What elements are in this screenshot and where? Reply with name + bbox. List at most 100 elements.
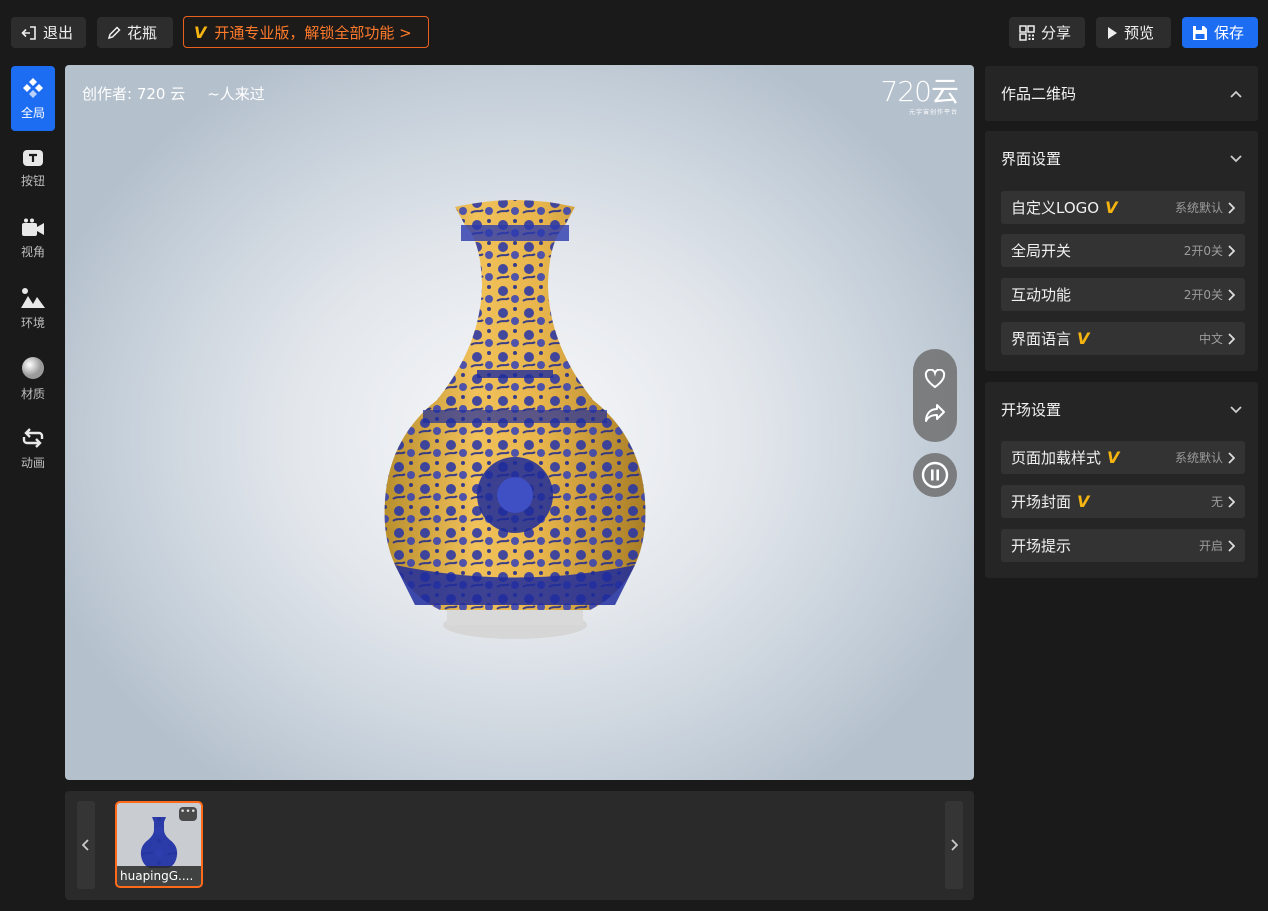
chevron-up-icon	[1230, 90, 1242, 98]
chevron-right-icon	[951, 839, 958, 851]
left-sidebar: 全局 按钮 视角 环境 材质 动画	[0, 66, 66, 911]
pro-badge-icon: V	[1105, 198, 1118, 217]
setting-label: 全局开关	[1011, 242, 1072, 260]
mountain-icon	[21, 287, 45, 308]
save-label: 保存	[1214, 24, 1245, 42]
top-bar: 退出 花瓶 V 开通专业版，解锁全部功能 > 分享 预览 保存	[0, 0, 1268, 66]
creator-name: 创作者: 720 云	[82, 85, 186, 103]
panel-title: 作品二维码	[1001, 85, 1077, 103]
upgrade-promo-button[interactable]: V 开通专业版，解锁全部功能 >	[183, 16, 429, 48]
sidebar-item-label: 按钮	[20, 173, 45, 188]
qr-code-panel-header[interactable]: 作品二维码	[985, 66, 1258, 121]
setting-row-cover[interactable]: 开场封面 V 无	[1001, 485, 1245, 518]
sidebar-item-material[interactable]: 材质	[11, 346, 55, 411]
chevron-left-icon	[82, 839, 89, 851]
chevron-right-icon	[1228, 244, 1235, 257]
setting-row-language[interactable]: 界面语言 V 中文	[1001, 322, 1245, 355]
model-thumbnail[interactable]: ••• huapingG....	[115, 801, 203, 888]
sidebar-item-view[interactable]: 视角	[11, 206, 55, 271]
chevron-right-icon	[1228, 288, 1235, 301]
pro-badge-icon: V	[1077, 329, 1090, 348]
thumbnail-more-icon[interactable]: •••	[179, 807, 197, 821]
pause-button[interactable]	[913, 453, 957, 497]
button-icon	[23, 149, 43, 166]
brand-logo-subtitle: 元宇宙创作平台	[908, 109, 958, 116]
preview-label: 预览	[1124, 24, 1155, 42]
sidebar-item-label: 材质	[20, 386, 45, 401]
chevron-right-icon	[1228, 539, 1235, 552]
visitor-count: ~人来过	[207, 85, 265, 103]
setting-value: 无	[1210, 495, 1223, 509]
setting-label: 开场提示	[1011, 537, 1072, 555]
play-icon	[1108, 26, 1117, 39]
setting-label: 自定义LOGO	[1011, 199, 1100, 217]
pro-badge-icon: V	[194, 22, 207, 42]
vase-model	[384, 200, 646, 639]
sidebar-item-label: 全局	[20, 105, 45, 120]
setting-value: 系统默认	[1174, 451, 1223, 465]
sidebar-item-label: 动画	[20, 455, 45, 470]
sidebar-item-environment[interactable]: 环境	[11, 276, 55, 341]
setting-row-opening-tip[interactable]: 开场提示 开启	[1001, 529, 1245, 562]
preview-button[interactable]: 预览	[1096, 17, 1171, 48]
edit-icon	[107, 25, 121, 39]
setting-value: 2开0关	[1183, 244, 1223, 258]
setting-value: 2开0关	[1183, 288, 1223, 302]
sidebar-item-buttons[interactable]: 按钮	[11, 136, 55, 201]
tray-prev-button[interactable]	[77, 801, 95, 889]
pro-badge-icon: V	[1077, 492, 1090, 511]
setting-row-custom-logo[interactable]: 自定义LOGO V 系统默认	[1001, 191, 1245, 224]
qr-code-panel: 作品二维码	[985, 66, 1258, 121]
vase-thumbnail-image	[140, 817, 178, 868]
3d-viewer-canvas[interactable]: 创作者: 720 云 ~人来过 720云 元宇宙创作平台	[65, 65, 974, 780]
pause-icon	[921, 461, 949, 489]
sphere-icon	[22, 356, 44, 379]
upgrade-promo-label: 开通专业版，解锁全部功能 >	[214, 23, 412, 42]
thumbnail-label: huapingG....	[117, 866, 201, 886]
interface-settings-header[interactable]: 界面设置	[985, 131, 1258, 186]
setting-label: 界面语言	[1011, 330, 1072, 348]
creator-info: 创作者: 720 云 ~人来过	[82, 83, 265, 104]
chevron-down-icon	[1230, 405, 1242, 413]
share-label: 分享	[1041, 24, 1072, 42]
sidebar-item-label: 环境	[20, 315, 45, 330]
like-heart-icon[interactable]	[924, 368, 946, 389]
opening-settings-header[interactable]: 开场设置	[985, 382, 1258, 437]
share-arrow-icon[interactable]	[924, 403, 946, 423]
sidebar-item-global[interactable]: 全局	[11, 66, 55, 131]
share-button[interactable]: 分享	[1009, 17, 1085, 48]
chevron-right-icon	[1228, 451, 1235, 464]
sidebar-item-label: 视角	[20, 244, 45, 259]
tray-next-button[interactable]	[945, 801, 963, 889]
chevron-down-icon	[1230, 154, 1242, 162]
setting-row-interaction[interactable]: 互动功能 2开0关	[1001, 278, 1245, 311]
setting-row-loading-style[interactable]: 页面加载样式 V 系统默认	[1001, 441, 1245, 474]
loop-icon	[22, 427, 44, 448]
setting-value: 开启	[1198, 539, 1223, 553]
brand-logo: 720云 元宇宙创作平台	[880, 75, 959, 117]
setting-value: 中文	[1198, 332, 1223, 346]
exit-button[interactable]: 退出	[11, 17, 86, 48]
setting-row-global-switch[interactable]: 全局开关 2开0关	[1001, 234, 1245, 267]
camera-icon	[22, 218, 44, 236]
model-tray: ••• huapingG....	[65, 791, 974, 900]
chevron-right-icon	[1228, 201, 1235, 214]
brand-logo-text: 720云	[880, 75, 959, 108]
rename-title-button[interactable]: 花瓶	[97, 17, 173, 48]
setting-label: 页面加载样式	[1011, 449, 1102, 467]
opening-settings-panel: 开场设置 页面加载样式 V 系统默认 开场封面 V 无 开场提示 开启	[985, 382, 1258, 578]
setting-label: 开场封面	[1011, 493, 1072, 511]
save-icon	[1193, 25, 1207, 40]
global-icon	[23, 77, 43, 98]
chevron-right-icon	[1228, 332, 1235, 345]
panel-title: 界面设置	[1001, 150, 1062, 168]
setting-label: 互动功能	[1011, 286, 1072, 304]
setting-value: 系统默认	[1174, 201, 1223, 215]
interface-settings-panel: 界面设置 自定义LOGO V 系统默认 全局开关 2开0关 互动功能 2开0关 界…	[985, 131, 1258, 371]
pro-badge-icon: V	[1107, 448, 1120, 467]
save-button[interactable]: 保存	[1182, 17, 1258, 48]
social-actions	[913, 349, 957, 442]
sidebar-item-animation[interactable]: 动画	[11, 416, 55, 481]
project-title: 花瓶	[127, 24, 158, 42]
exit-icon	[21, 25, 36, 40]
